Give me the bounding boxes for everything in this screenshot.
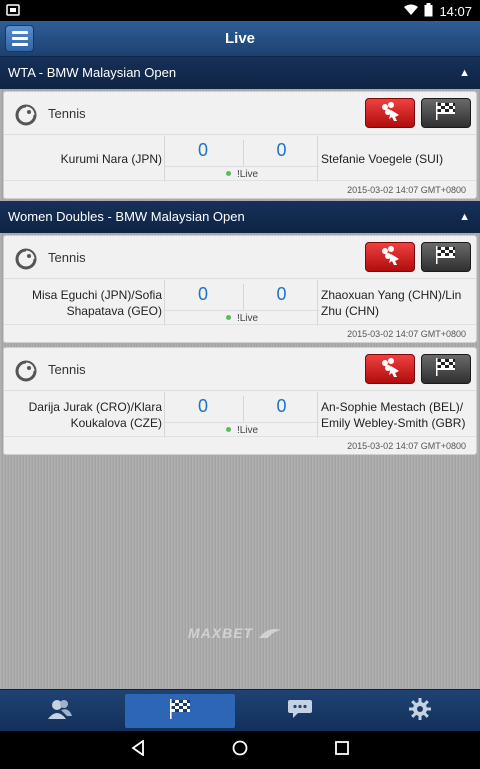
tab-settings[interactable] <box>365 694 475 728</box>
recents-square-icon <box>334 740 350 761</box>
tab-chat[interactable] <box>245 694 355 728</box>
match-timestamp: 2015-03-02 14:07 GMT+0800 <box>347 329 466 339</box>
add-parlay-button[interactable] <box>365 98 415 128</box>
chat-bubble-icon <box>287 698 313 725</box>
sport-label: Tennis <box>48 106 86 121</box>
live-dot-icon <box>225 171 231 176</box>
match-card: Tennis Misa Eguchi (JPN)/Sofia Shapatava… <box>3 235 477 343</box>
sport-label: Tennis <box>48 250 86 265</box>
back-button[interactable] <box>127 738 149 761</box>
checkered-flag-icon <box>434 101 458 126</box>
add-parlay-button[interactable] <box>365 242 415 272</box>
away-team[interactable]: Zhaoxuan Yang (CHN)/Lin Zhu (CHN) <box>321 282 471 324</box>
wifi-icon <box>404 4 419 19</box>
sport-label: Tennis <box>48 362 86 377</box>
tab-live[interactable] <box>125 694 235 728</box>
live-status: !Live <box>165 425 319 436</box>
match-card: Tennis Darija Jurak (CRO)/Klara Koukalov… <box>3 347 477 455</box>
away-team[interactable]: Stefanie Voegele (SUI) <box>321 138 471 180</box>
live-dot-icon <box>225 315 231 320</box>
home-score: 0 <box>197 284 208 304</box>
system-nav-bar <box>0 731 480 769</box>
maxbet-logo: MAXBET <box>188 625 298 647</box>
race-flag-button[interactable] <box>421 354 471 384</box>
add-parlay-button[interactable] <box>365 354 415 384</box>
notification-icon <box>6 3 20 20</box>
home-button[interactable] <box>229 740 251 760</box>
section-title: WTA - BMW Malaysian Open <box>8 65 177 80</box>
tab-contacts[interactable] <box>5 694 115 728</box>
live-status: !Live <box>165 313 319 324</box>
parlay-icon <box>377 356 403 383</box>
race-flag-button[interactable] <box>421 98 471 128</box>
away-team[interactable]: An-Sophie Mestach (BEL)/ Emily Webley-Sm… <box>321 394 471 436</box>
checkered-flag-icon <box>434 357 458 382</box>
section-header-women-doubles[interactable]: Women Doubles - BMW Malaysian Open ▲ <box>0 201 480 233</box>
away-score: 0 <box>243 284 319 310</box>
score-box: 0 0 !Live <box>164 280 319 326</box>
home-team[interactable]: Kurumi Nara (JPN) <box>12 138 162 180</box>
checkered-flag-icon <box>434 245 458 270</box>
home-score: 0 <box>197 140 208 160</box>
section-title: Women Doubles - BMW Malaysian Open <box>8 209 245 224</box>
tennis-icon <box>15 104 37 126</box>
chevron-up-icon: ▲ <box>459 211 470 223</box>
checkered-flag-icon <box>167 698 193 725</box>
match-timestamp: 2015-03-02 14:07 GMT+0800 <box>347 185 466 195</box>
back-triangle-icon <box>130 738 146 761</box>
tennis-icon <box>15 248 37 270</box>
menu-button[interactable] <box>5 25 34 52</box>
gear-icon <box>408 697 432 726</box>
status-bar: 14:07 <box>0 0 480 21</box>
away-score: 0 <box>243 396 319 422</box>
race-flag-button[interactable] <box>421 242 471 272</box>
live-dot-icon <box>225 427 231 432</box>
status-time: 14:07 <box>439 4 472 19</box>
live-status: !Live <box>165 169 319 180</box>
match-timestamp: 2015-03-02 14:07 GMT+0800 <box>347 441 466 451</box>
parlay-icon <box>377 244 403 271</box>
away-score: 0 <box>243 140 319 166</box>
users-icon <box>47 698 73 725</box>
bottom-tab-bar <box>0 689 480 731</box>
home-circle-icon <box>232 740 248 761</box>
home-team[interactable]: Darija Jurak (CRO)/Klara Koukalova (CZE) <box>12 394 162 436</box>
app-header: Live <box>0 21 480 57</box>
recents-button[interactable] <box>331 740 353 760</box>
section-header-wta[interactable]: WTA - BMW Malaysian Open ▲ <box>0 57 480 89</box>
chevron-up-icon: ▲ <box>459 67 470 79</box>
match-card: Tennis Kurumi Nara (JPN) 0 0 !Live Stefa… <box>3 91 477 199</box>
score-box: 0 0 !Live <box>164 136 319 182</box>
page-title: Live <box>224 30 255 47</box>
tennis-icon <box>15 360 37 382</box>
score-box: 0 0 !Live <box>164 392 319 438</box>
live-content: WTA - BMW Malaysian Open ▲ Tennis Kurumi… <box>0 57 480 689</box>
home-score: 0 <box>197 396 208 416</box>
hamburger-icon <box>11 31 28 34</box>
battery-icon <box>424 3 433 20</box>
home-team[interactable]: Misa Eguchi (JPN)/Sofia Shapatava (GEO) <box>12 282 162 324</box>
parlay-icon <box>377 100 403 127</box>
